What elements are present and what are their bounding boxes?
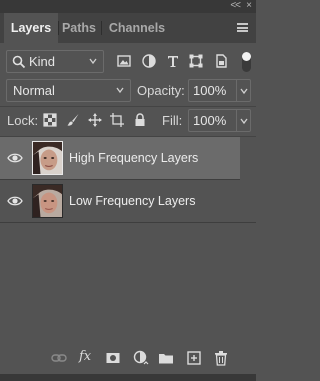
lock-all-icon[interactable] [133, 113, 147, 127]
layers-bottom-toolbar: fx [0, 346, 256, 370]
new-group-icon[interactable] [158, 350, 174, 366]
image-filter-icon[interactable] [116, 53, 132, 69]
blend-mode-value: Normal [13, 83, 55, 98]
filter-kind-select[interactable]: Kind [6, 50, 104, 73]
layer-thumbnail [32, 141, 63, 175]
close-panel-button[interactable]: × [246, 0, 252, 12]
blend-row: Normal Opacity: 100% [0, 79, 256, 103]
lock-label: Lock: [7, 113, 39, 128]
eye-icon[interactable] [7, 194, 23, 208]
fill-input[interactable]: 100% [188, 109, 236, 132]
shape-filter-icon[interactable] [188, 53, 204, 69]
tab-layers[interactable]: Layers [4, 13, 58, 43]
opacity-value: 100% [193, 83, 227, 98]
tab-paths[interactable]: Paths [58, 13, 100, 43]
adjustment-filter-icon[interactable] [141, 53, 157, 69]
opacity-label: Opacity: [137, 83, 185, 98]
link-layers-icon[interactable] [51, 350, 67, 366]
tab-channels[interactable]: Channels [102, 13, 172, 43]
panel-title-strip: << × [0, 0, 256, 13]
blend-mode-select[interactable]: Normal [6, 79, 131, 102]
layer-filter-row: Kind [0, 50, 256, 74]
layer-name[interactable]: High Frequency Layers [69, 151, 198, 165]
eye-icon[interactable] [7, 151, 23, 165]
new-layer-icon[interactable] [186, 350, 202, 366]
lock-row: Lock: Fill: 100% [0, 109, 256, 133]
fill-dropdown-button[interactable] [236, 109, 251, 132]
collapse-panel-button[interactable]: << [230, 0, 241, 12]
layer-name[interactable]: Low Frequency Layers [69, 194, 195, 208]
lock-position-icon[interactable] [88, 113, 102, 127]
chevron-down-icon [116, 87, 124, 94]
new-adjustment-layer-icon[interactable] [133, 350, 149, 366]
type-filter-icon[interactable] [165, 53, 181, 69]
fx-icon[interactable]: fx [79, 349, 95, 365]
fill-value: 100% [193, 113, 227, 128]
lock-image-pixels-icon[interactable] [66, 113, 80, 127]
filter-toggle-switch[interactable] [242, 52, 251, 72]
divider [0, 106, 256, 107]
search-icon [12, 55, 26, 69]
chevron-down-icon [240, 88, 248, 95]
delete-layer-icon[interactable] [213, 350, 229, 366]
smart-object-filter-icon[interactable] [213, 53, 229, 69]
filter-kind-label: Kind [29, 54, 56, 69]
panel-tab-bar: Layers Paths Channels [0, 13, 256, 43]
chevron-down-icon [240, 118, 248, 125]
add-mask-icon[interactable] [105, 350, 121, 366]
layers-list: High Frequency Layers Low Frequency Laye… [0, 137, 256, 337]
panel-bottom-strip [0, 374, 256, 381]
opacity-dropdown-button[interactable] [236, 79, 251, 102]
chevron-down-icon [89, 58, 97, 65]
panel-menu-icon[interactable] [237, 23, 248, 32]
layer-row[interactable]: Low Frequency Layers [0, 180, 256, 223]
fill-label: Fill: [162, 113, 183, 128]
lock-transparent-pixels-icon[interactable] [43, 113, 57, 127]
layer-row[interactable]: High Frequency Layers [0, 137, 240, 180]
layer-thumbnail [32, 184, 63, 218]
lock-artboard-icon[interactable] [110, 113, 124, 127]
opacity-input[interactable]: 100% [188, 79, 236, 102]
